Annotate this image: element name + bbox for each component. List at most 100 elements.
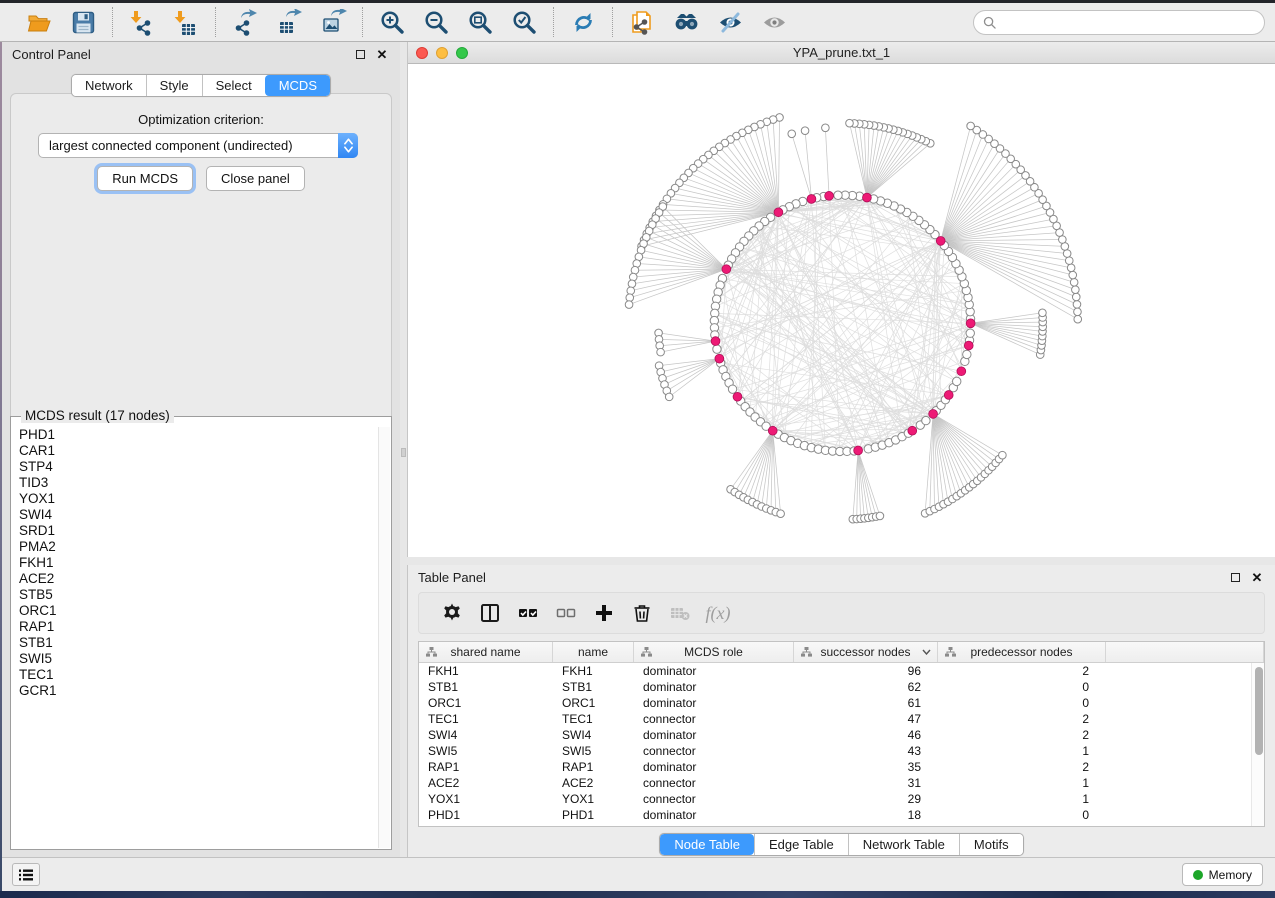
- table-cell[interactable]: 1: [938, 743, 1106, 759]
- table-cell[interactable]: 62: [794, 679, 938, 695]
- tab-edge-table[interactable]: Edge Table: [754, 834, 848, 855]
- close-table-panel-icon[interactable]: ✕: [1249, 570, 1265, 586]
- table-cell[interactable]: 18: [794, 807, 938, 823]
- table-cell[interactable]: 2: [938, 663, 1106, 679]
- column-header-name[interactable]: name: [553, 642, 634, 662]
- network-graph[interactable]: [408, 64, 1275, 557]
- table-cell[interactable]: dominator: [634, 679, 794, 695]
- table-cell[interactable]: 1: [938, 791, 1106, 807]
- show-columns-icon[interactable]: [471, 598, 509, 628]
- table-cell[interactable]: FKH1: [419, 663, 553, 679]
- import-table-icon[interactable]: [168, 7, 204, 37]
- mcds-result-item[interactable]: ORC1: [12, 603, 390, 619]
- criterion-dropdown[interactable]: largest connected component (undirected): [38, 133, 358, 158]
- table-cell[interactable]: 43: [794, 743, 938, 759]
- table-cell[interactable]: 61: [794, 695, 938, 711]
- column-header-predecessor-nodes[interactable]: predecessor nodes: [938, 642, 1106, 662]
- tab-style[interactable]: Style: [146, 75, 202, 96]
- float-panel-icon[interactable]: [352, 47, 368, 63]
- mcds-result-item[interactable]: PHD1: [12, 427, 390, 443]
- table-row[interactable]: ACE2ACE2connector311: [419, 775, 1251, 791]
- mcds-list-scrollbar[interactable]: [378, 427, 390, 848]
- search-input[interactable]: [1001, 15, 1255, 29]
- table-cell[interactable]: 1: [938, 775, 1106, 791]
- mcds-result-item[interactable]: GCR1: [12, 683, 390, 699]
- table-row[interactable]: RAP1RAP1dominator352: [419, 759, 1251, 775]
- table-scrollbar-thumb[interactable]: [1255, 667, 1263, 755]
- table-cell[interactable]: connector: [634, 743, 794, 759]
- export-network-icon[interactable]: [227, 7, 263, 37]
- mcds-result-item[interactable]: TEC1: [12, 667, 390, 683]
- column-header-shared-name[interactable]: shared name: [419, 642, 553, 662]
- table-cell[interactable]: dominator: [634, 807, 794, 823]
- network-search-box[interactable]: [973, 10, 1265, 35]
- table-cell[interactable]: 2: [938, 759, 1106, 775]
- table-cell[interactable]: dominator: [634, 727, 794, 743]
- zoom-in-icon[interactable]: [374, 7, 410, 37]
- export-image-icon[interactable]: [315, 7, 351, 37]
- table-cell[interactable]: PHD1: [419, 807, 553, 823]
- memory-button[interactable]: Memory: [1182, 863, 1263, 886]
- mcds-result-item[interactable]: YOX1: [12, 491, 390, 507]
- table-cell[interactable]: dominator: [634, 759, 794, 775]
- table-cell[interactable]: 0: [938, 679, 1106, 695]
- table-cell[interactable]: connector: [634, 711, 794, 727]
- import-network-icon[interactable]: [124, 7, 160, 37]
- close-panel-icon[interactable]: ✕: [374, 47, 390, 63]
- mcds-result-item[interactable]: TID3: [12, 475, 390, 491]
- table-cell[interactable]: SWI5: [419, 743, 553, 759]
- zoom-fit-icon[interactable]: [462, 7, 498, 37]
- table-row[interactable]: STB1STB1dominator620: [419, 679, 1251, 695]
- refresh-icon[interactable]: [565, 7, 601, 37]
- mcds-result-item[interactable]: SWI5: [12, 651, 390, 667]
- table-cell[interactable]: connector: [634, 775, 794, 791]
- table-cell[interactable]: RAP1: [553, 759, 634, 775]
- hide-selected-icon[interactable]: [712, 7, 748, 37]
- mcds-result-item[interactable]: RAP1: [12, 619, 390, 635]
- mcds-result-item[interactable]: CAR1: [12, 443, 390, 459]
- table-cell[interactable]: dominator: [634, 695, 794, 711]
- add-column-icon[interactable]: [585, 598, 623, 628]
- table-options-gear-icon[interactable]: [433, 598, 471, 628]
- show-panels-button[interactable]: [12, 863, 40, 886]
- mcds-result-item[interactable]: PMA2: [12, 539, 390, 555]
- delete-column-icon[interactable]: [623, 598, 661, 628]
- table-cell[interactable]: 47: [794, 711, 938, 727]
- tab-motifs[interactable]: Motifs: [959, 834, 1023, 855]
- table-cell[interactable]: FKH1: [553, 663, 634, 679]
- deselect-all-rows-icon[interactable]: [547, 598, 585, 628]
- table-cell[interactable]: ORC1: [553, 695, 634, 711]
- table-cell[interactable]: PHD1: [553, 807, 634, 823]
- mcds-result-item[interactable]: STB5: [12, 587, 390, 603]
- close-panel-button[interactable]: Close panel: [206, 166, 305, 191]
- table-cell[interactable]: SWI5: [553, 743, 634, 759]
- table-cell[interactable]: SWI4: [553, 727, 634, 743]
- export-table-icon[interactable]: [271, 7, 307, 37]
- table-cell[interactable]: TEC1: [553, 711, 634, 727]
- tab-network[interactable]: Network: [72, 75, 146, 96]
- save-icon[interactable]: [65, 7, 101, 37]
- table-cell[interactable]: 31: [794, 775, 938, 791]
- table-cell[interactable]: ACE2: [553, 775, 634, 791]
- table-cell[interactable]: RAP1: [419, 759, 553, 775]
- table-row[interactable]: SWI5SWI5connector431: [419, 743, 1251, 759]
- vertical-splitter[interactable]: [400, 42, 407, 857]
- table-cell[interactable]: TEC1: [419, 711, 553, 727]
- column-header-successor-nodes[interactable]: successor nodes: [794, 642, 938, 662]
- table-cell[interactable]: 96: [794, 663, 938, 679]
- network-window-titlebar[interactable]: YPA_prune.txt_1: [408, 42, 1275, 64]
- zoom-out-icon[interactable]: [418, 7, 454, 37]
- show-all-icon[interactable]: [756, 7, 792, 37]
- table-cell[interactable]: ACE2: [419, 775, 553, 791]
- table-cell[interactable]: YOX1: [419, 791, 553, 807]
- search-network-icon[interactable]: [668, 7, 704, 37]
- table-row[interactable]: YOX1YOX1connector291: [419, 791, 1251, 807]
- tab-mcds[interactable]: MCDS: [265, 75, 330, 96]
- table-cell[interactable]: dominator: [634, 663, 794, 679]
- table-cell[interactable]: 46: [794, 727, 938, 743]
- tab-node-table[interactable]: Node Table: [660, 834, 754, 855]
- column-header-MCDS-role[interactable]: MCDS role: [634, 642, 794, 662]
- select-all-rows-icon[interactable]: [509, 598, 547, 628]
- share-document-icon[interactable]: [624, 7, 660, 37]
- network-canvas[interactable]: [408, 64, 1275, 557]
